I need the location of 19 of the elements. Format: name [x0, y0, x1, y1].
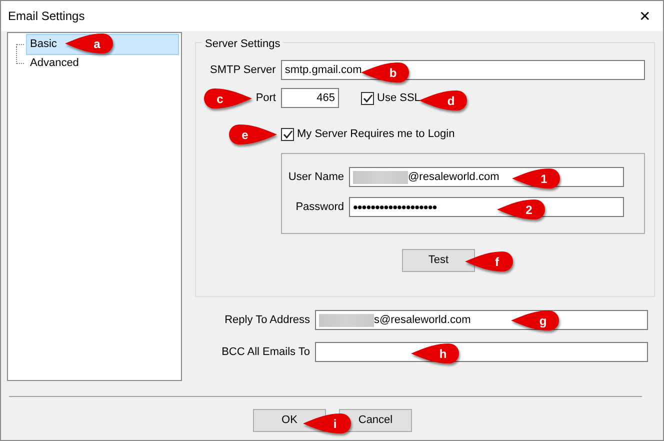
group-title: Server Settings — [202, 36, 284, 52]
callout-tooltip: d — [419, 90, 469, 111]
window-title: Email Settings — [8, 8, 85, 25]
callout-tooltip: a — [65, 33, 115, 54]
callout-tooltip: c — [202, 88, 252, 109]
callout-tooltip: f — [465, 251, 515, 272]
callout-tooltip: 2 — [497, 199, 547, 220]
callout-tooltip: e — [227, 124, 277, 145]
field-label: Port — [256, 92, 276, 104]
callout-tooltip: b — [361, 62, 411, 83]
field-label: Password — [296, 200, 344, 213]
callout-tooltip: g — [511, 310, 561, 331]
callout-tooltip: i — [303, 413, 353, 434]
field-label: User Name — [288, 170, 344, 183]
field-label: SMTP Server — [210, 64, 276, 76]
callout-tooltip: h — [411, 343, 461, 364]
field-label: BCC All Emails To — [222, 346, 310, 358]
field-label: Reply To Address — [224, 314, 310, 326]
callout-tooltip: 1 — [512, 168, 562, 189]
